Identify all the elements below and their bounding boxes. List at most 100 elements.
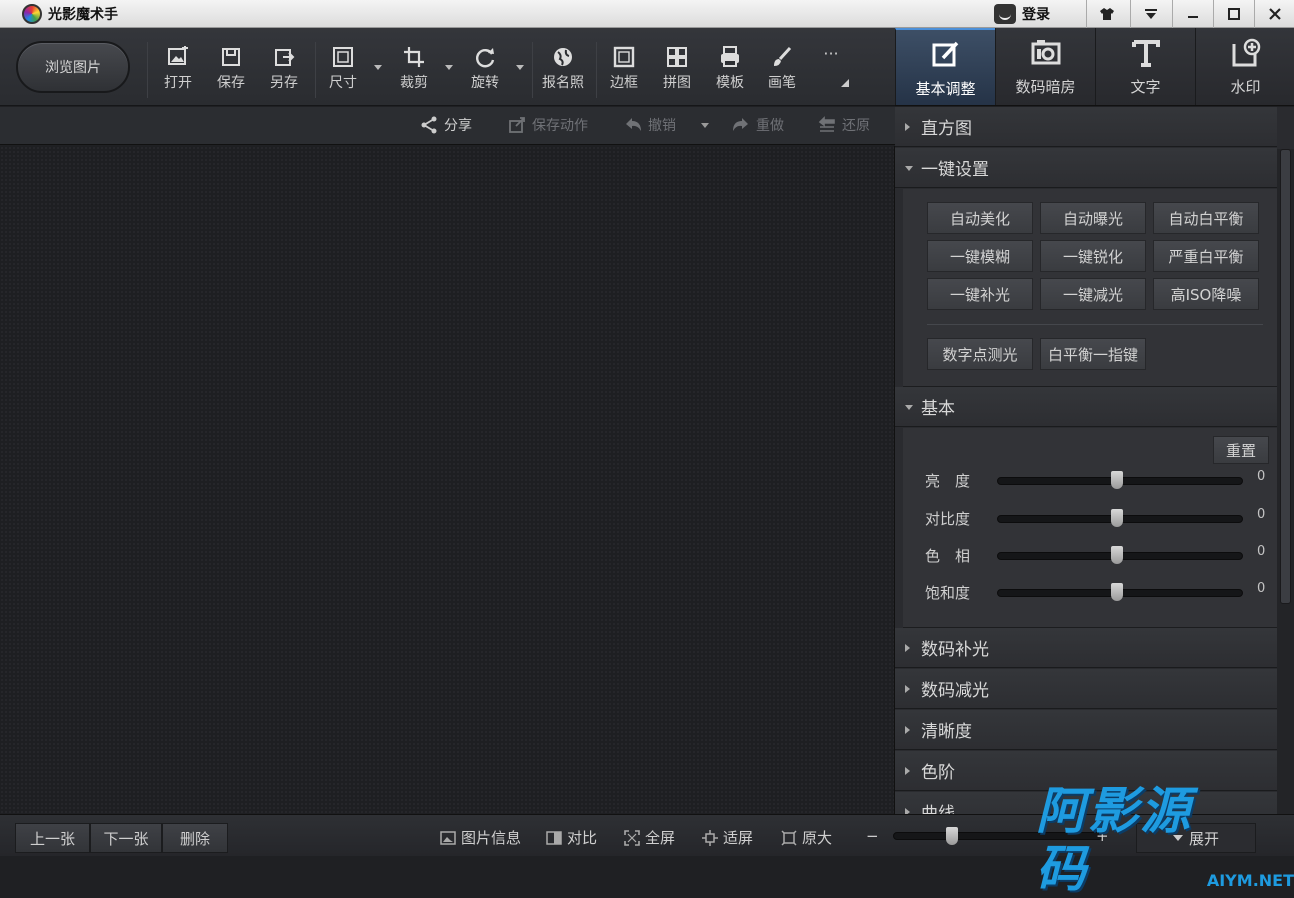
crop-dropdown-icon[interactable] xyxy=(445,65,453,70)
zoom-slider-thumb[interactable] xyxy=(946,827,958,845)
crop-icon xyxy=(404,47,424,67)
watermark-main-text: 阿影源码 xyxy=(1036,782,1192,898)
image-info-label: 图片信息 xyxy=(461,829,522,847)
original-size-icon xyxy=(781,829,797,846)
fit-screen-button[interactable]: 适屏 xyxy=(702,827,753,848)
close-button[interactable] xyxy=(1254,0,1294,28)
share-button[interactable]: 分享 xyxy=(420,115,472,135)
template-tool[interactable]: 模板 xyxy=(705,46,755,92)
section-reduce-light[interactable]: 数码减光 xyxy=(895,669,1277,709)
compare-button[interactable]: 对比 xyxy=(546,827,597,848)
open-tool[interactable]: 打开 xyxy=(153,46,203,92)
close-icon xyxy=(1268,8,1281,20)
skin-button[interactable] xyxy=(1086,0,1126,28)
next-image-button[interactable]: 下一张 xyxy=(90,823,162,853)
restore-button[interactable]: 还原 xyxy=(818,115,870,135)
panel-scrollbar-thumb[interactable] xyxy=(1280,149,1291,604)
delete-button[interactable]: 删除 xyxy=(162,823,228,853)
auto-white-balance-button[interactable]: 自动白平衡 xyxy=(1153,202,1259,234)
border-tool[interactable]: 边框 xyxy=(599,46,649,92)
idphoto-tool[interactable]: 报名照 xyxy=(538,46,588,92)
clothes-icon xyxy=(1099,8,1114,20)
auto-exposure-button[interactable]: 自动曝光 xyxy=(1040,202,1146,234)
undo-button[interactable]: 撤销 xyxy=(624,115,676,135)
save-action-button[interactable]: 保存动作 xyxy=(508,115,588,135)
tab-watermark-label: 水印 xyxy=(1230,78,1261,96)
size-tool[interactable]: 尺寸 xyxy=(318,46,368,92)
minimize-button[interactable] xyxy=(1172,0,1212,28)
one-click-sharpen-button[interactable]: 一键锐化 xyxy=(1040,240,1146,272)
tab-text[interactable]: 文字 xyxy=(1095,28,1195,105)
template-label: 模板 xyxy=(716,75,744,91)
zoom-out-button[interactable]: − xyxy=(866,827,879,845)
rotate-dropdown-icon[interactable] xyxy=(516,65,524,70)
brush-label: 画笔 xyxy=(768,75,796,91)
size-dropdown-icon[interactable] xyxy=(374,65,382,70)
collapse-arrow-icon xyxy=(905,405,913,410)
fullscreen-button[interactable]: 全屏 xyxy=(624,827,675,848)
undo-icon xyxy=(626,118,641,131)
tab-darkroom[interactable]: 数码暗房 xyxy=(995,28,1095,105)
one-click-blur-button[interactable]: 一键模糊 xyxy=(927,240,1033,272)
one-click-fill-light-button[interactable]: 一键补光 xyxy=(927,278,1033,310)
undo-label: 撤销 xyxy=(648,118,676,134)
section-basic[interactable]: 基本 xyxy=(895,387,1277,427)
severe-white-balance-button[interactable]: 严重白平衡 xyxy=(1153,240,1259,272)
brightness-slider-thumb[interactable] xyxy=(1111,471,1123,489)
menu-button[interactable] xyxy=(1130,0,1170,28)
saturation-slider-thumb[interactable] xyxy=(1111,583,1123,601)
login-button[interactable]: 登录 xyxy=(990,0,1086,28)
section-title: 数码补光 xyxy=(921,640,989,660)
prev-image-button[interactable]: 上一张 xyxy=(15,823,90,853)
one-click-reduce-light-button[interactable]: 一键减光 xyxy=(1040,278,1146,310)
tab-watermark[interactable]: 水印 xyxy=(1195,28,1294,105)
original-size-label: 原大 xyxy=(802,829,833,847)
toolbar-divider xyxy=(315,42,316,98)
watermark-add-icon xyxy=(1232,38,1260,67)
expand-arrow-icon xyxy=(905,726,910,734)
globe-icon xyxy=(554,48,572,66)
spot-metering-button[interactable]: 数字点测光 xyxy=(927,338,1033,370)
slider-label: 对比度 xyxy=(925,510,971,528)
basic-title: 基本 xyxy=(921,399,955,419)
tab-basic-adjust[interactable]: 基本调整 xyxy=(895,28,995,105)
saveas-tool[interactable]: 另存 xyxy=(259,46,309,92)
brightness-slider-row: 亮 度 0 xyxy=(911,468,1275,492)
contrast-slider-thumb[interactable] xyxy=(1111,509,1123,527)
panel-scrollbar[interactable] xyxy=(1277,149,1294,814)
image-info-button[interactable]: 图片信息 xyxy=(440,827,521,848)
rotate-tool[interactable]: 旋转 xyxy=(460,46,510,92)
open-image-icon xyxy=(168,46,188,65)
section-oneclick[interactable]: 一键设置 xyxy=(895,148,1277,188)
image-canvas[interactable] xyxy=(0,146,895,814)
main-toolbar: 浏览图片 打开 保存 另存 尺寸 裁剪 旋转 报名照 边框 拼图 模板 画笔 ·… xyxy=(0,28,895,106)
slider-value: 0 xyxy=(1257,469,1266,484)
expand-corner-icon[interactable] xyxy=(840,78,850,88)
high-iso-denoise-button[interactable]: 高ISO降噪 xyxy=(1153,278,1259,310)
original-size-button[interactable]: 原大 xyxy=(781,827,832,848)
crop-tool[interactable]: 裁剪 xyxy=(389,46,439,92)
section-fill-light[interactable]: 数码补光 xyxy=(895,628,1277,668)
fit-screen-icon xyxy=(702,829,718,846)
expand-arrow-icon xyxy=(905,767,910,775)
undo-dropdown-icon[interactable] xyxy=(701,123,709,128)
white-balance-finger-button[interactable]: 白平衡一指键 xyxy=(1040,338,1146,370)
save-as-icon xyxy=(275,49,295,66)
rotate-label: 旋转 xyxy=(471,75,499,91)
oneclick-body: 自动美化 自动曝光 自动白平衡 一键模糊 一键锐化 严重白平衡 一键补光 一键减… xyxy=(903,189,1277,387)
save-tool[interactable]: 保存 xyxy=(206,46,256,92)
section-clarity[interactable]: 清晰度 xyxy=(895,710,1277,750)
collage-tool[interactable]: 拼图 xyxy=(652,46,702,92)
browse-images-button[interactable]: 浏览图片 xyxy=(16,41,130,93)
auto-beautify-button[interactable]: 自动美化 xyxy=(927,202,1033,234)
tab-text-label: 文字 xyxy=(1130,78,1161,96)
section-histogram[interactable]: 直方图 xyxy=(895,107,1277,147)
resize-icon xyxy=(333,47,353,67)
basic-body: 重置 亮 度 0 对比度 0 色 相 0 饱和度 0 xyxy=(903,428,1277,628)
redo-button[interactable]: 重做 xyxy=(732,115,784,135)
brush-tool[interactable]: 画笔 xyxy=(757,46,807,92)
hue-slider-thumb[interactable] xyxy=(1111,546,1123,564)
maximize-button[interactable] xyxy=(1213,0,1253,28)
tab-basic-label: 基本调整 xyxy=(915,80,976,98)
reset-button[interactable]: 重置 xyxy=(1213,436,1269,464)
